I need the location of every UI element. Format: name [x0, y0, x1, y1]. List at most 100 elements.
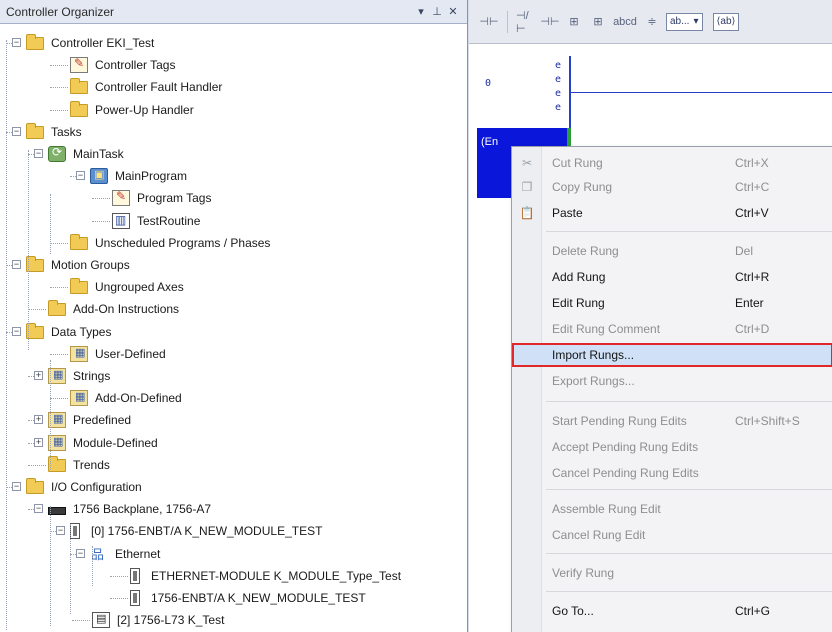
tree-node-label: Data Types [51, 324, 112, 339]
collapse-toggle-icon[interactable]: − [12, 482, 21, 491]
close-icon[interactable]: ✕ [445, 5, 461, 18]
tree-node-label: Ungrouped Axes [95, 280, 184, 295]
xic-contact-icon[interactable]: ⊞ [564, 13, 584, 31]
tree-guide-line [70, 524, 71, 614]
menu-item-go-to[interactable]: Go To... Ctrl+G [512, 599, 832, 623]
organizer-title: Controller Organizer [6, 4, 115, 19]
collapse-toggle-icon[interactable]: − [12, 260, 21, 269]
menu-item-copy-rung[interactable]: ❐ Copy Rung Ctrl+C [512, 175, 832, 199]
collapse-toggle-icon[interactable]: − [76, 548, 85, 558]
abcd-icon[interactable]: abcd [612, 13, 638, 31]
tree-node[interactable]: I/O Configuration [26, 476, 144, 498]
xio-contact-icon[interactable]: ⊞ [588, 13, 608, 31]
collapse-toggle-icon[interactable]: − [34, 149, 43, 158]
tree-node[interactable]: Controller EKI_Test [26, 32, 156, 54]
collapse-toggle-icon[interactable]: − [56, 526, 65, 536]
rung-number: 0 [485, 78, 492, 89]
menu-item-label: Go To... [552, 604, 594, 618]
expand-toggle-icon[interactable]: + [34, 371, 43, 380]
tree-node-label: Ethernet [115, 546, 161, 561]
menu-item-add-rung[interactable]: Add Rung Ctrl+R [512, 265, 832, 289]
tree-node[interactable]: 1756 Backplane, 1756-A7 [48, 498, 213, 520]
menu-separator [546, 489, 832, 490]
menu-item-cancel-pending-rung-edits[interactable]: Cancel Pending Rung Edits [512, 461, 832, 485]
branch-icon[interactable]: ⊣⊢ [479, 13, 499, 31]
menu-item-shortcut: Enter [735, 296, 764, 310]
rung-mark: e [555, 74, 562, 85]
window-position-icon[interactable]: ▾ [413, 5, 429, 18]
tree-node[interactable]: User-Defined [70, 343, 168, 365]
tree-node[interactable]: Controller Fault Handler [70, 76, 224, 98]
tree-connector [28, 376, 34, 377]
stack-icon[interactable]: ≑ [642, 13, 662, 31]
tree-node[interactable]: Data Types [26, 321, 113, 343]
menu-item-start-pending-rung-edits[interactable]: Start Pending Rung Edits Ctrl+Shift+S [512, 409, 832, 433]
collapse-toggle-icon[interactable]: − [12, 38, 21, 47]
ladder-rung[interactable]: 0 e e e e [469, 56, 832, 128]
collapse-toggle-icon[interactable]: − [12, 326, 21, 336]
tree-node[interactable]: [2] 1756-L73 K_Test [92, 609, 226, 631]
instruction-dropdown[interactable]: ab... ▾ [666, 12, 703, 31]
tree-connector [72, 620, 90, 622]
menu-item-assemble-rung-edit[interactable]: Assemble Rung Edit [512, 497, 832, 521]
menu-item-paste[interactable]: 📋 Paste Ctrl+V [512, 201, 832, 225]
tree-node[interactable]: Ethernet [90, 543, 162, 565]
tree-node[interactable]: MainProgram [90, 165, 189, 187]
tree-connector [92, 220, 110, 222]
rung-icon[interactable]: ⊣/⊢ [516, 10, 536, 35]
tree-node[interactable]: 1756-ENBT/A K_NEW_MODULE_TEST [130, 587, 368, 609]
tree-node-label: I/O Configuration [51, 480, 142, 494]
tree-node[interactable]: [0] 1756-ENBT/A K_NEW_MODULE_TEST [70, 520, 324, 542]
tree-node-label: Controller Tags [95, 58, 176, 73]
tree-node[interactable]: Module-Defined [48, 432, 160, 454]
menu-item-delete-rung[interactable]: Delete Rung Del [512, 239, 832, 263]
branch-level-icon[interactable]: ⊣⊢ [540, 13, 560, 31]
tree-connector [50, 287, 68, 289]
tree-node-label: Motion Groups [51, 258, 130, 272]
menu-item-shortcut: Ctrl+V [735, 206, 769, 220]
tree-node[interactable]: Controller Tags [70, 54, 177, 76]
collapse-toggle-icon[interactable]: − [12, 126, 21, 136]
tree-node[interactable]: Program Tags [112, 187, 213, 209]
controller-icon [92, 612, 110, 629]
pin-icon[interactable]: ⊥ [429, 5, 445, 18]
tree-node[interactable]: Unscheduled Programs / Phases [70, 232, 272, 254]
tree-node[interactable]: Add-On Instructions [48, 298, 181, 320]
folder-icon [26, 34, 44, 50]
organizer-header: Controller Organizer ▾ ⊥ ✕ [0, 0, 467, 24]
data-type-icon [70, 390, 88, 407]
tree-node[interactable]: Tasks [26, 121, 84, 143]
menu-item-cancel-rung-edit[interactable]: Cancel Rung Edit [512, 523, 832, 547]
menu-item-label: Delete Rung [552, 244, 619, 258]
menu-item-export-rungs[interactable]: Export Rungs... [512, 369, 832, 393]
tree-node[interactable]: Ungrouped Axes [70, 276, 186, 298]
chevron-down-icon: ▾ [693, 16, 699, 27]
collapse-toggle-icon[interactable]: − [34, 504, 43, 514]
tree-node[interactable]: Strings [48, 365, 112, 387]
tree-node[interactable]: Trends [48, 454, 112, 476]
tree-node[interactable]: Predefined [48, 409, 133, 431]
menu-item-cut-rung[interactable]: ✂ Cut Rung Ctrl+X [512, 151, 832, 175]
tree-node-label: [0] 1756-ENBT/A K_NEW_MODULE_TEST [91, 524, 323, 539]
tree-node[interactable]: MainTask [48, 143, 126, 165]
collapse-toggle-icon[interactable]: − [76, 171, 85, 181]
menu-item-edit-rung-comment[interactable]: Edit Rung Comment Ctrl+D [512, 317, 832, 341]
expand-toggle-icon[interactable]: + [34, 437, 43, 447]
menu-item-verify-rung[interactable]: Verify Rung [512, 561, 832, 585]
menu-item-accept-pending-rung-edits[interactable]: Accept Pending Rung Edits [512, 435, 832, 459]
tree-node[interactable]: Power-Up Handler [70, 99, 196, 121]
tags-icon [112, 189, 130, 207]
menu-item-import-rungs[interactable]: Import Rungs... [512, 343, 832, 367]
menu-item-edit-rung[interactable]: Edit Rung Enter [512, 291, 832, 315]
module-icon [130, 590, 140, 606]
toolbar-divider [507, 10, 508, 33]
tree-node[interactable]: TestRoutine [112, 210, 202, 232]
tag-button[interactable]: ⟨ab⟩ [712, 12, 740, 31]
tree-node-label: Trends [73, 457, 110, 472]
expand-toggle-icon[interactable]: + [34, 415, 43, 425]
tree-node[interactable]: ETHERNET-MODULE K_MODULE_Type_Test [130, 565, 403, 587]
organizer-tree: Controller EKI_Test − Controller Tags Contr… [0, 30, 468, 632]
tree-node[interactable]: Motion Groups [26, 254, 132, 276]
folder-icon [70, 100, 88, 117]
tree-node[interactable]: Add-On-Defined [70, 387, 184, 409]
